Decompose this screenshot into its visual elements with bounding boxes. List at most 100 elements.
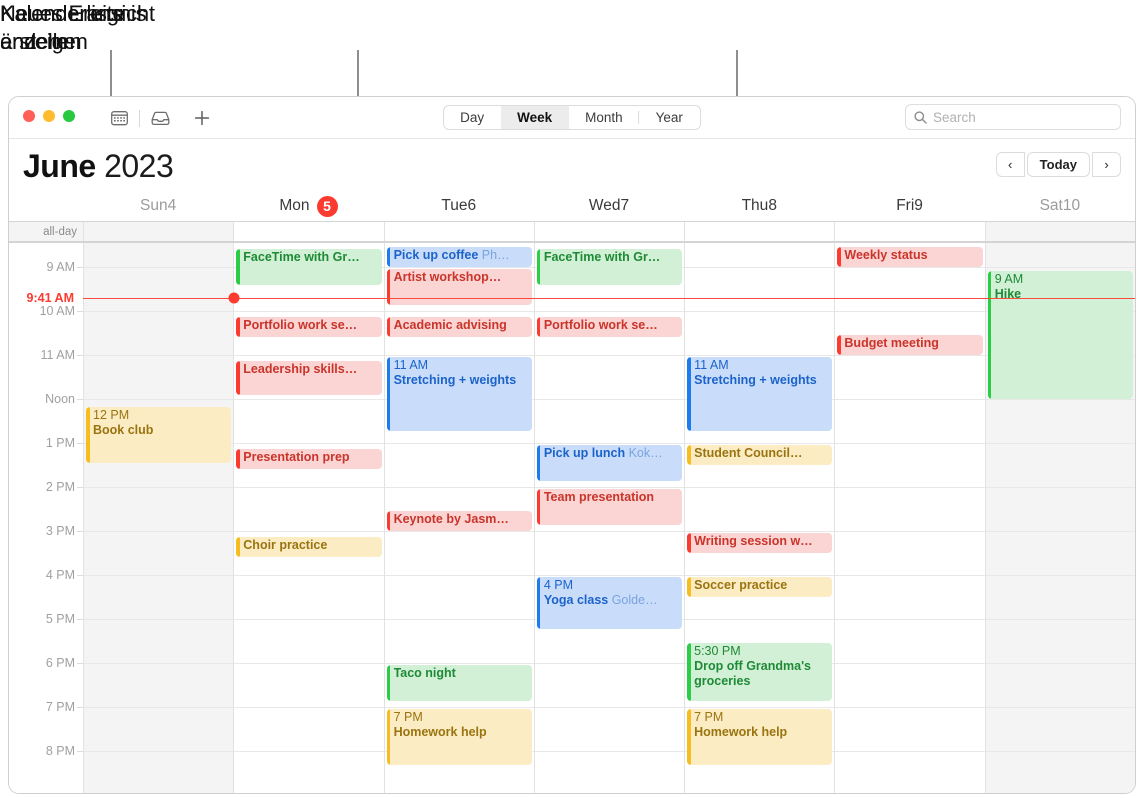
calendar-icon[interactable]	[105, 105, 133, 131]
event-title: Soccer practice	[694, 578, 788, 592]
calendar-event[interactable]: Portfolio work se…	[236, 317, 382, 337]
all-day-cell[interactable]	[233, 222, 383, 241]
day-columns[interactable]: 12 PM Book club FaceTime with Gr… Portfolio…	[83, 243, 1135, 793]
calendar-event[interactable]: Leadership skills…	[236, 361, 382, 395]
day-header-mon[interactable]: Mon 5	[233, 191, 383, 221]
event-title: Artist workshop…	[393, 270, 502, 284]
calendar-event[interactable]: Portfolio work se…	[536, 317, 683, 337]
hour-gridline	[835, 575, 985, 576]
calendar-event[interactable]: 9 AM Hike	[987, 271, 1133, 399]
zoom-button[interactable]	[63, 110, 75, 122]
hour-gridline	[384, 531, 534, 532]
search-field[interactable]	[905, 104, 1121, 130]
hour-gridline	[84, 487, 234, 488]
day-header-number: 9	[914, 197, 923, 214]
event-title: Team presentation	[543, 490, 655, 504]
calendar-event[interactable]: 7 PM Homework help	[687, 709, 833, 765]
time-label: 10 AM	[39, 304, 75, 318]
search-input[interactable]	[933, 109, 1112, 125]
inbox-icon[interactable]	[146, 105, 174, 131]
calendar-event[interactable]: Weekly status	[837, 247, 983, 267]
hour-gridline	[384, 707, 534, 708]
calendar-event[interactable]: Presentation prep	[236, 449, 382, 469]
hour-gridline	[835, 443, 985, 444]
calendar-event[interactable]: 7 PM Homework help	[386, 709, 532, 765]
calendar-event[interactable]: Pick up lunch Kok…	[536, 445, 683, 481]
day-column-sun[interactable]: 12 PM Book club	[83, 243, 234, 793]
calendar-grid[interactable]: 9 AM 10 AM 11 AM Noon 1 PM 2 PM 3 PM 4 PM 5 PM 6 …	[9, 243, 1135, 793]
hour-gridline	[534, 443, 685, 444]
day-header-sun[interactable]: Sun 4	[83, 191, 233, 221]
calendar-event[interactable]: FaceTime with Gr…	[536, 249, 683, 285]
all-day-cell[interactable]	[834, 222, 984, 241]
calendar-event[interactable]: Keynote by Jasm…	[386, 511, 532, 531]
plus-icon[interactable]	[188, 105, 216, 131]
toolbar-icon-group	[105, 105, 216, 131]
tab-day[interactable]: Day	[444, 106, 501, 129]
current-time-indicator	[83, 298, 1135, 299]
calendar-event[interactable]: Taco night	[386, 665, 532, 701]
today-button[interactable]: Today	[1026, 152, 1090, 177]
day-column-fri[interactable]: Weekly status Budget meeting	[834, 243, 985, 793]
calendar-event[interactable]: Student Council…	[687, 445, 833, 465]
event-title: Homework help	[393, 725, 487, 739]
hour-gridline	[384, 487, 534, 488]
calendar-event[interactable]: 5:30 PM Drop off Grandma's groceries	[687, 643, 833, 701]
calendar-window: Day Week Month Year June 2023 ‹ Today › …	[8, 96, 1136, 794]
all-day-cell[interactable]	[984, 222, 1135, 241]
all-day-cell[interactable]	[684, 222, 834, 241]
close-button[interactable]	[23, 110, 35, 122]
calendar-event[interactable]: 12 PM Book club	[86, 407, 232, 463]
day-column-wed[interactable]: FaceTime with Gr… Portfolio work se… Pick …	[533, 243, 685, 793]
day-header-name: Fri	[896, 197, 915, 214]
day-header-tue[interactable]: Tue 6	[384, 191, 534, 221]
tab-month[interactable]: Month	[569, 106, 640, 129]
calendar-event[interactable]: Academic advising	[386, 317, 532, 337]
day-column-tue[interactable]: Pick up coffee Ph… Artist workshop… Academ…	[383, 243, 534, 793]
calendar-event[interactable]: Choir practice	[236, 537, 382, 557]
day-header-sat[interactable]: Sat 10	[985, 191, 1135, 221]
calendar-event[interactable]: Budget meeting	[837, 335, 983, 355]
hour-gridline	[534, 663, 685, 664]
view-switcher[interactable]: Day Week Month Year	[443, 105, 701, 130]
event-location: Golde…	[608, 593, 658, 607]
minimize-button[interactable]	[43, 110, 55, 122]
callout-text-change-view: Kalenderansicht ändern	[0, 1, 155, 54]
day-header-fri[interactable]: Fri 9	[834, 191, 984, 221]
calendar-event[interactable]: Soccer practice	[687, 577, 833, 597]
all-day-cell[interactable]	[533, 222, 684, 241]
calendar-event[interactable]: 11 AM Stretching + weights	[386, 357, 532, 431]
tab-week[interactable]: Week	[501, 106, 570, 129]
calendar-event[interactable]: Pick up coffee Ph…	[386, 247, 532, 267]
tab-year[interactable]: Year	[640, 106, 700, 129]
day-header-wed[interactable]: Wed 7	[534, 191, 684, 221]
hour-gridline	[985, 751, 1135, 752]
hour-gridline	[84, 355, 234, 356]
all-day-cell[interactable]	[83, 222, 234, 241]
next-week-button[interactable]: ›	[1092, 152, 1121, 177]
hour-gridline	[835, 355, 985, 356]
calendar-event[interactable]: FaceTime with Gr…	[236, 249, 382, 285]
calendar-event[interactable]: 4 PM Yoga class Golde…	[536, 577, 683, 629]
day-header-thu[interactable]: Thu 8	[684, 191, 834, 221]
hour-gridline	[384, 311, 534, 312]
hour-gridline	[985, 487, 1135, 488]
day-column-thu[interactable]: 11 AM Stretching + weights Student Council…	[684, 243, 835, 793]
hour-gridline	[835, 751, 985, 752]
day-header-row: Sun 4 Mon 5 Tue 6 Wed 7 Thu 8 Fri 9 Sat 10	[9, 191, 1135, 221]
day-column-mon[interactable]: FaceTime with Gr… Portfolio work se… Leade…	[233, 243, 384, 793]
day-column-sat[interactable]: 9 AM Hike	[984, 243, 1135, 793]
previous-week-button[interactable]: ‹	[995, 152, 1025, 177]
calendar-event[interactable]: Team presentation	[536, 489, 683, 525]
calendar-event[interactable]: Artist workshop…	[386, 269, 532, 305]
all-day-label: all-day	[9, 222, 83, 241]
calendar-event[interactable]: 11 AM Stretching + weights	[687, 357, 833, 431]
hour-gridline	[84, 707, 234, 708]
search-icon	[914, 110, 927, 124]
hour-gridline	[685, 531, 835, 532]
day-header-number: 6	[467, 197, 477, 214]
calendar-event[interactable]: Writing session w…	[687, 533, 833, 553]
event-title: FaceTime with Gr…	[543, 250, 661, 264]
all-day-cell[interactable]	[383, 222, 534, 241]
hour-gridline	[985, 663, 1135, 664]
